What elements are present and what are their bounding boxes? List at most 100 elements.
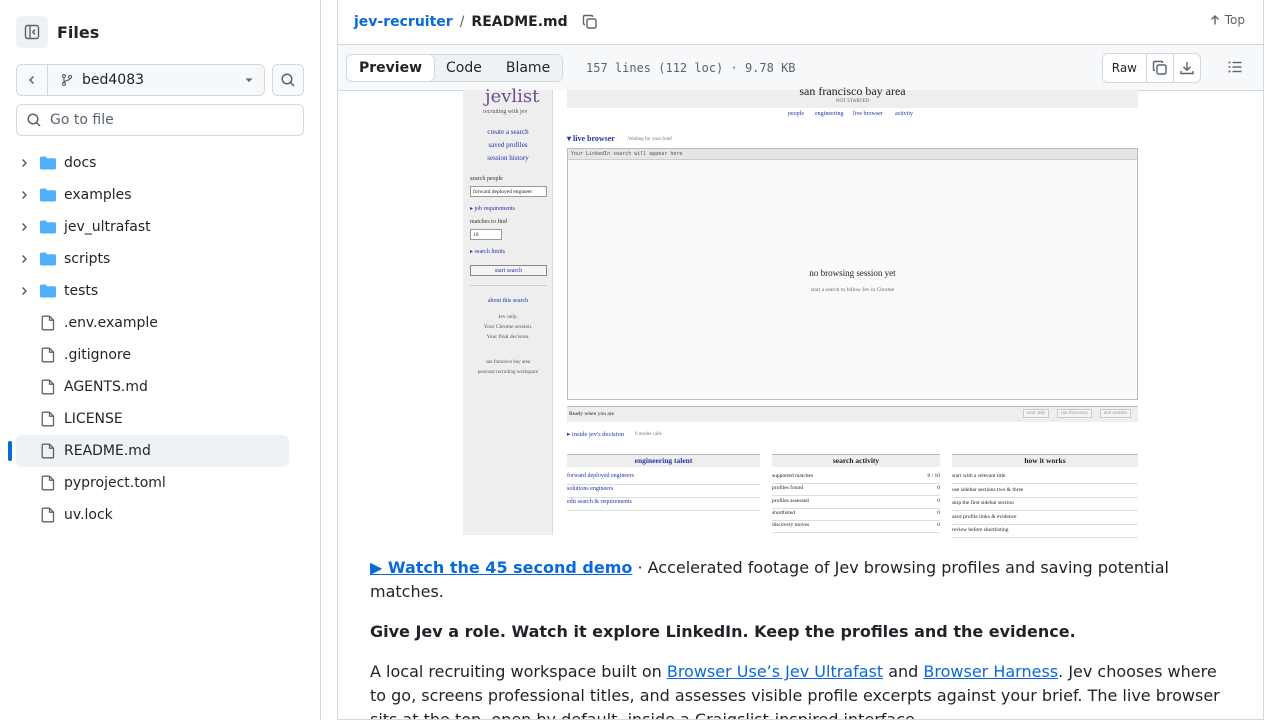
breadcrumb: jev-recruiter / README.md Top bbox=[338, 0, 1263, 44]
tree-file[interactable]: README.md bbox=[8, 435, 289, 467]
tree-folder[interactable]: scripts bbox=[16, 243, 289, 275]
embedded-nav-history: session history bbox=[487, 154, 529, 162]
embedded-how-item: start with a relevant title bbox=[952, 473, 1006, 479]
tree-item-label: README.md bbox=[64, 443, 151, 459]
branch-name: bed4083 bbox=[82, 72, 145, 88]
expand-chevron[interactable] bbox=[16, 253, 32, 265]
search-button[interactable] bbox=[272, 64, 304, 96]
embedded-col3-title: how it works bbox=[1024, 456, 1066, 465]
back-to-top-link[interactable]: Top bbox=[1209, 13, 1245, 27]
embedded-start-button: start search bbox=[470, 265, 547, 276]
back-button[interactable] bbox=[17, 65, 48, 95]
embedded-activity-value: 0 / 10 bbox=[927, 473, 940, 479]
tree-file[interactable]: .gitignore bbox=[16, 339, 289, 371]
tree-item-icon bbox=[39, 475, 57, 491]
tab-preview[interactable]: Preview bbox=[346, 54, 436, 82]
expand-chevron[interactable] bbox=[16, 285, 32, 297]
tree-folder[interactable]: examples bbox=[16, 179, 289, 211]
tree-folder[interactable]: jev_ultrafast bbox=[16, 211, 289, 243]
intro-paragraph: A local recruiting workspace built on Br… bbox=[370, 660, 1232, 719]
tree-item-label: AGENTS.md bbox=[64, 379, 148, 395]
top-label: Top bbox=[1224, 13, 1245, 27]
embedded-end-session: end session bbox=[1100, 409, 1131, 418]
copy-path-button[interactable] bbox=[582, 14, 598, 30]
tree-item-label: scripts bbox=[64, 251, 111, 267]
embedded-footer-1: san francisco bay area bbox=[485, 360, 531, 365]
tree-item-icon bbox=[39, 443, 57, 459]
embedded-activity-value: 0 bbox=[937, 509, 940, 516]
tab-blame[interactable]: Blame bbox=[494, 55, 562, 81]
raw-button[interactable]: Raw bbox=[1103, 54, 1146, 82]
embedded-row-divider bbox=[567, 497, 760, 498]
browser-use-link[interactable]: Browser Use’s Jev Ultrafast bbox=[667, 662, 883, 681]
embedded-region: san francisco bay area bbox=[799, 84, 906, 98]
embedded-run-discovery: run discovery bbox=[1057, 409, 1093, 418]
breadcrumb-repo-link[interactable]: jev-recruiter bbox=[354, 14, 453, 30]
tree-item-icon bbox=[39, 411, 57, 427]
chevron-right-icon bbox=[21, 158, 28, 168]
embedded-row-divider bbox=[772, 495, 940, 497]
tree-item-label: pyproject.toml bbox=[64, 475, 166, 491]
embedded-live-browser: ▾ live browser bbox=[567, 134, 615, 143]
tree-file[interactable]: pyproject.toml bbox=[16, 467, 289, 499]
copy-raw-button[interactable] bbox=[1146, 54, 1173, 82]
embedded-about-line-3: Your final decision. bbox=[486, 334, 530, 340]
embedded-row-divider bbox=[952, 537, 1138, 538]
tab-code[interactable]: Code bbox=[434, 55, 494, 81]
embedded-about-line-1: Jev only. bbox=[498, 314, 518, 320]
tree-file[interactable]: LICENSE bbox=[16, 403, 289, 435]
embedded-inside-sub: 0 model calls bbox=[635, 432, 662, 437]
chevron-right-icon bbox=[21, 286, 28, 296]
list-unordered-icon bbox=[1228, 61, 1242, 73]
collapse-sidebar-button[interactable] bbox=[16, 16, 48, 48]
tree-file[interactable]: uv.lock bbox=[16, 499, 289, 531]
embedded-talent-link: edit search & requirements bbox=[567, 499, 632, 505]
embedded-no-session-sub: start a search to follow Jev in Chrome bbox=[810, 287, 895, 293]
tree-folder[interactable]: docs bbox=[16, 147, 289, 179]
file-icon bbox=[41, 379, 55, 395]
embedded-control-bar bbox=[567, 406, 1138, 422]
folder-icon bbox=[40, 252, 56, 266]
embedded-inside: ▸ inside jev's decision bbox=[567, 431, 624, 438]
embedded-how-item: save profile links & evidence bbox=[952, 513, 1017, 520]
file-icon bbox=[41, 443, 55, 459]
expand-chevron[interactable] bbox=[16, 221, 32, 233]
branch-selector[interactable]: bed4083 bbox=[48, 65, 264, 95]
folder-icon bbox=[40, 156, 56, 170]
file-viewer: jev-recruiter / README.md Top Preview Co… bbox=[337, 0, 1264, 720]
download-icon bbox=[1180, 62, 1194, 75]
chevron-left-icon bbox=[28, 75, 35, 85]
embedded-activity-value: 0 bbox=[937, 485, 940, 492]
tree-item-icon bbox=[39, 347, 57, 363]
watch-demo-link[interactable]: ▶ Watch the 45 second demo bbox=[370, 558, 632, 577]
file-icon bbox=[41, 347, 55, 363]
embedded-about: about this search bbox=[487, 298, 529, 304]
outline-button[interactable] bbox=[1227, 59, 1243, 75]
go-to-file-input[interactable] bbox=[50, 112, 290, 128]
embedded-brand-sub: recruiting with jev bbox=[483, 109, 528, 115]
embedded-row-divider bbox=[772, 483, 940, 484]
tree-item-icon bbox=[39, 315, 57, 331]
browser-harness-link[interactable]: Browser Harness bbox=[923, 662, 1058, 681]
tree-folder[interactable]: tests bbox=[16, 275, 289, 307]
embedded-how-item: use sidebar sections two & three bbox=[952, 486, 1024, 493]
embedded-how-item: skip the first sidebar section bbox=[952, 500, 1014, 506]
search-icon bbox=[281, 73, 295, 87]
expand-chevron[interactable] bbox=[16, 157, 32, 169]
intro-text-a: A local recruiting workspace built on bbox=[370, 662, 667, 681]
embedded-no-session: no browsing session yet bbox=[809, 268, 896, 278]
tree-file[interactable]: AGENTS.md bbox=[16, 371, 289, 403]
folder-icon bbox=[40, 188, 56, 202]
embedded-col1-title: engineering talent bbox=[634, 456, 693, 465]
tree-file[interactable]: .env.example bbox=[16, 307, 289, 339]
tree-item-icon bbox=[39, 283, 57, 299]
file-tree-sidebar: Files bed4083 docsexamplesj bbox=[0, 0, 321, 720]
go-to-file-field[interactable] bbox=[16, 104, 304, 136]
chevron-right-icon bbox=[21, 190, 28, 200]
intro-text-b: and bbox=[883, 662, 924, 681]
raw-actions: Raw bbox=[1101, 53, 1201, 83]
embedded-matches-value: 10 bbox=[470, 229, 502, 240]
sidebar-collapse-icon bbox=[24, 24, 40, 40]
download-button[interactable] bbox=[1173, 54, 1200, 82]
expand-chevron[interactable] bbox=[16, 189, 32, 201]
